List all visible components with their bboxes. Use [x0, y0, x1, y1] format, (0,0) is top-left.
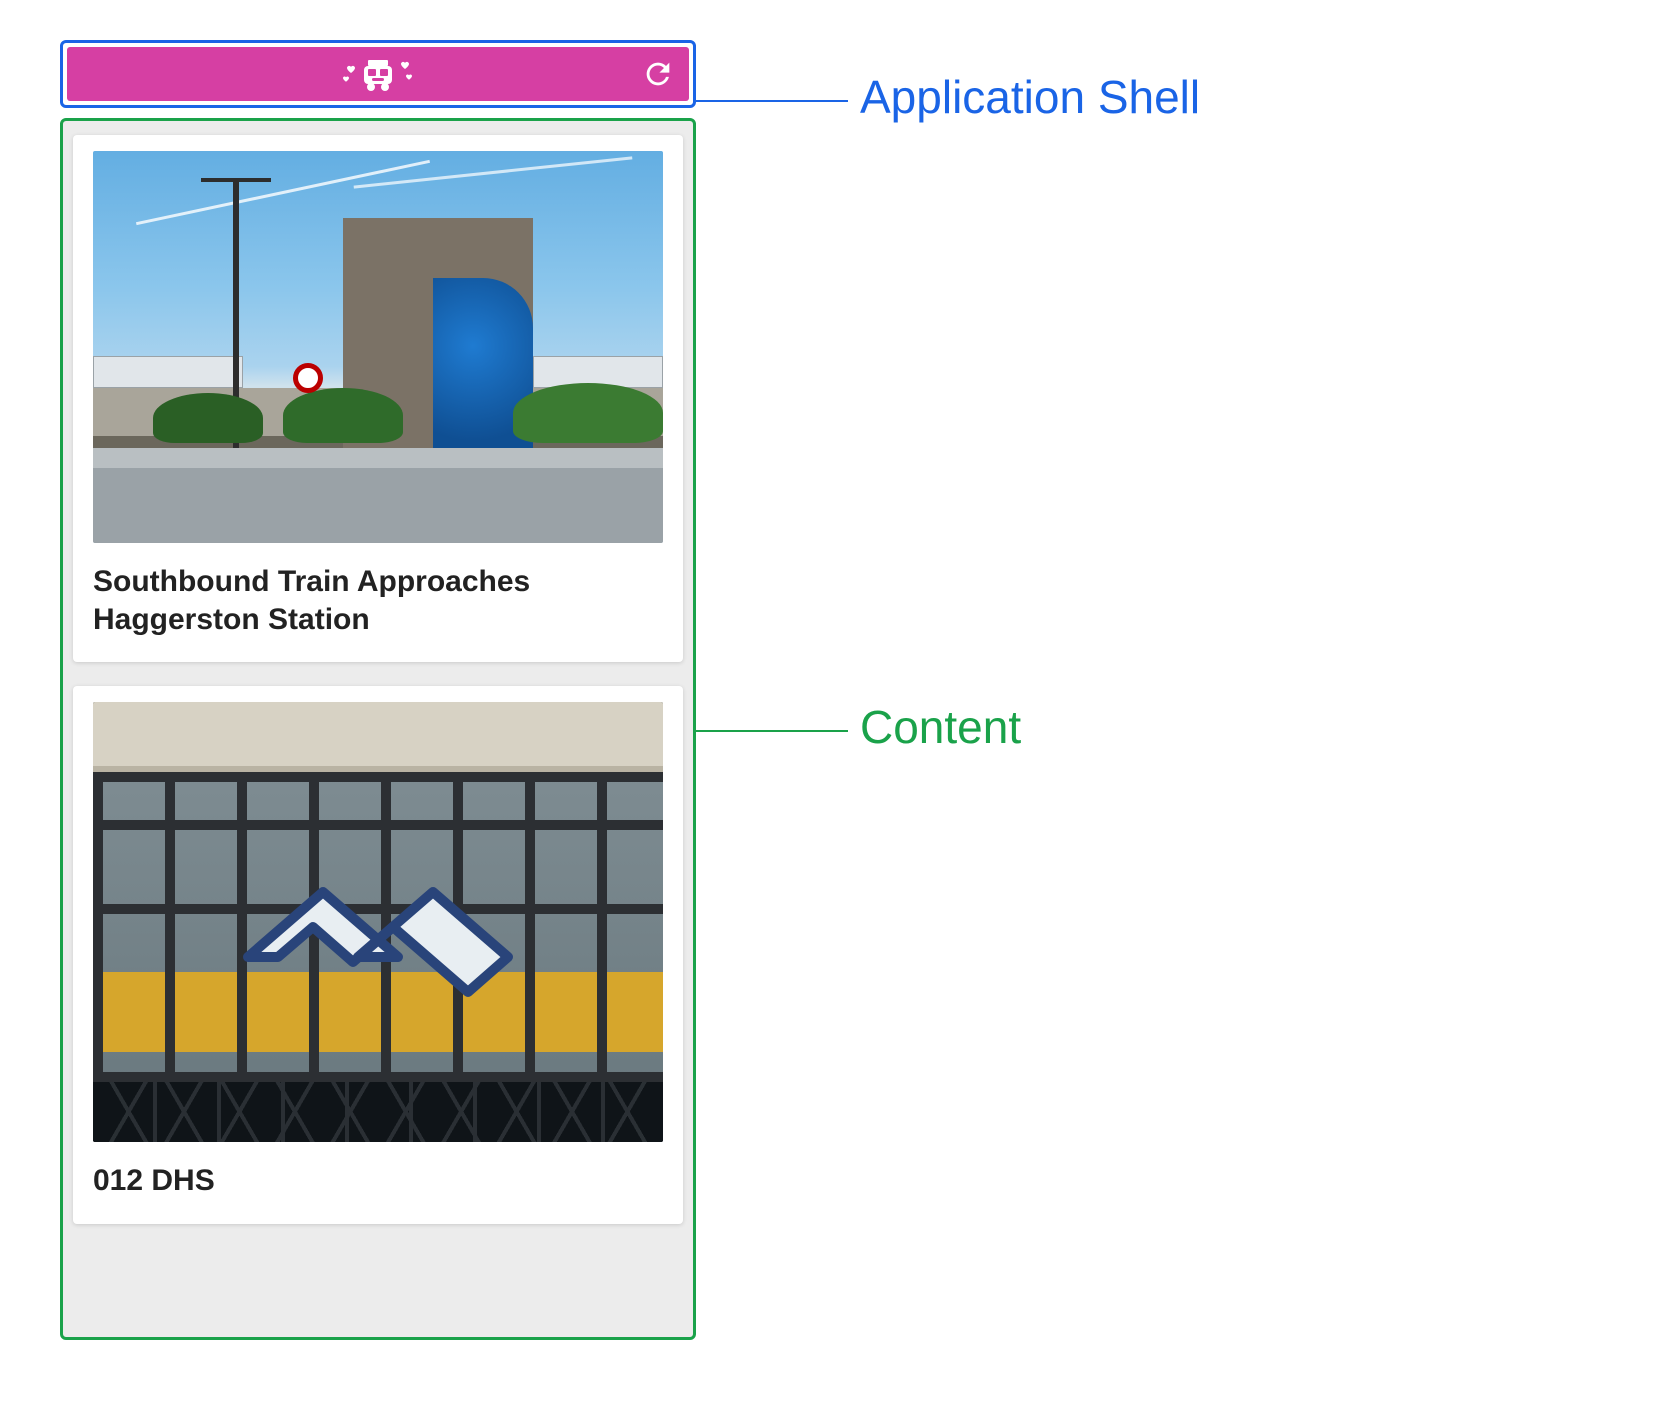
- refresh-button[interactable]: [641, 57, 675, 91]
- card-title: 012 DHS: [93, 1162, 663, 1200]
- ns-logo-icon: [228, 862, 528, 1012]
- content-region: Southbound Train Approaches Haggerston S…: [60, 118, 696, 1340]
- app-shell-region: [60, 40, 696, 108]
- annotation-content: Content: [860, 700, 1021, 754]
- leader-line: [696, 100, 848, 102]
- card-image: [93, 702, 663, 1142]
- leader-line: [696, 730, 848, 732]
- content-card[interactable]: 012 DHS: [73, 686, 683, 1224]
- card-image: [93, 151, 663, 543]
- annotation-shell: Application Shell: [860, 70, 1200, 124]
- refresh-icon: [641, 57, 675, 91]
- app-header: [67, 47, 689, 101]
- train-hearts-icon: [341, 54, 415, 94]
- content-card[interactable]: Southbound Train Approaches Haggerston S…: [73, 135, 683, 662]
- card-title: Southbound Train Approaches Haggerston S…: [93, 563, 663, 638]
